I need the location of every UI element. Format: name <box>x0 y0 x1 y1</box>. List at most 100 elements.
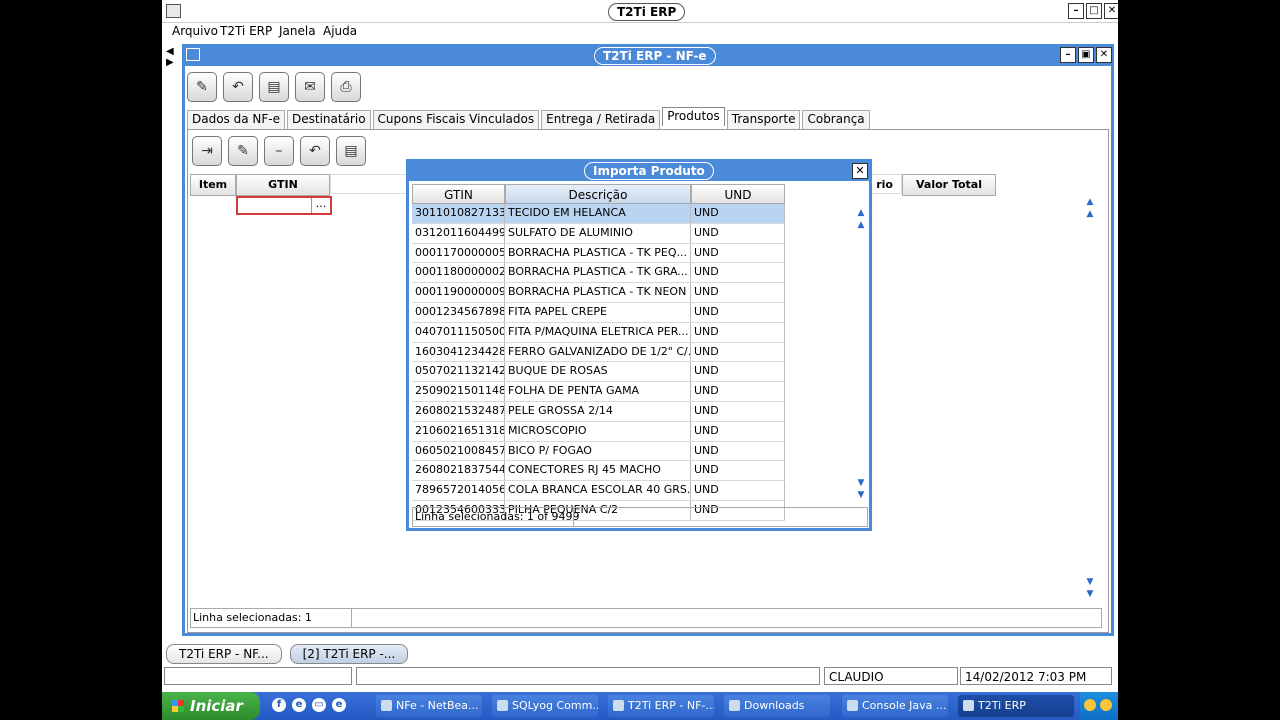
status-cell-1 <box>164 667 352 685</box>
table-row[interactable]: 0001170000005 BORRACHA PLASTICA - TK PEQ.… <box>412 243 785 264</box>
cell-gtin: 0605021008457 <box>412 441 505 461</box>
table-row[interactable]: 0001180000002 BORRACHA PLASTICA - TK GRA.… <box>412 263 785 284</box>
status-user: CLAUDIO <box>824 667 958 685</box>
tab-entrega-retirada[interactable]: Entrega / Retirada <box>541 110 661 129</box>
table-row[interactable]: 0507021132142 BUQUE DE ROSAS UND <box>412 362 785 383</box>
firefox-icon[interactable]: f <box>272 698 286 712</box>
products-table-header: GTIN Descrição UND <box>412 184 785 204</box>
cell-gtin: 2106021651318 <box>412 421 505 441</box>
table-row[interactable]: 2608021532487 PELE GROSSA 2/14 UND <box>412 401 785 422</box>
table-row[interactable]: 0001234567898 FITA PAPEL CREPE UND <box>412 302 785 323</box>
browser-icon[interactable]: e <box>292 698 306 712</box>
folder-icon[interactable]: ▭ <box>312 698 326 712</box>
grid-status-bar: Linha selecionadas: 1 <box>190 608 1102 628</box>
window-tab-1[interactable]: T2Ti ERP - NF... <box>166 644 282 664</box>
task-console-java[interactable]: Console Java ... <box>842 695 948 717</box>
email-icon[interactable]: ✉ <box>295 72 325 102</box>
gtin-edit-cell[interactable]: ... <box>236 196 332 215</box>
col-gtin[interactable]: GTIN <box>412 184 505 204</box>
cell-und: UND <box>691 283 785 302</box>
nfe-tabs: Dados da NF-e Destinatário Cupons Fiscai… <box>187 107 872 129</box>
dialog-scroll-up-icon[interactable]: ▲ ▲ <box>855 207 867 231</box>
products-table-body: 3011010827133 TECIDO EM HELANCA UND 0312011… <box>412 204 785 521</box>
main-window-title: T2Ti ERP <box>608 3 686 21</box>
ie-icon[interactable]: e <box>332 698 346 712</box>
tab-transporte[interactable]: Transporte <box>726 110 801 129</box>
cell-und: UND <box>691 421 785 441</box>
frame-icon[interactable] <box>186 48 200 61</box>
main-toolbar: ✎ ↶ ▤ ✉ ⎙ <box>187 72 361 102</box>
save-item-icon[interactable]: ▤ <box>336 136 366 166</box>
app-window-icon[interactable] <box>166 4 181 18</box>
import-icon[interactable]: ⇥ <box>192 136 222 166</box>
task-t2ti-erp[interactable]: T2Ti ERP <box>958 695 1074 717</box>
menu-ajuda[interactable]: Ajuda <box>323 24 357 38</box>
table-row[interactable]: 2509021501148 FOLHA DE PENTA GAMA UND <box>412 382 785 402</box>
col-descricao[interactable]: Descrição <box>505 184 691 204</box>
table-row[interactable]: 1603041234428 FERRO GALVANIZADO DE 1/2" C… <box>412 342 785 363</box>
col-valor-total[interactable]: Valor Total <box>902 174 996 196</box>
maximize-icon[interactable]: □ <box>1086 3 1102 19</box>
cell-und: UND <box>691 342 785 362</box>
save-icon[interactable]: ▤ <box>259 72 289 102</box>
dialog-title-bar: Importa Produto ✕ <box>406 159 872 181</box>
tab-produtos[interactable]: Produtos <box>662 107 725 126</box>
table-row[interactable]: 2106021651318 MICROSCOPIO UND <box>412 421 785 442</box>
tray-app-icon[interactable] <box>1100 699 1112 711</box>
task-downloads[interactable]: Downloads <box>724 695 830 717</box>
tray-arrow-icon[interactable] <box>1084 699 1096 711</box>
cell-und: UND <box>691 204 785 223</box>
task-sqlyog[interactable]: SQLyog Comm... <box>492 695 598 717</box>
cell-descricao: FITA PAPEL CREPE <box>505 302 691 322</box>
table-row[interactable]: 2608021837544 CONECTORES RJ 45 MACHO UND <box>412 461 785 482</box>
start-button[interactable]: Iniciar <box>162 692 260 720</box>
window-tab-2[interactable]: [2] T2Ti ERP -... <box>289 644 409 664</box>
col-und[interactable]: UND <box>691 184 785 204</box>
desktop-pane-arrows[interactable]: ◀ ▶ <box>166 46 174 68</box>
cell-descricao: CONECTORES RJ 45 MACHO <box>505 461 691 481</box>
close-icon[interactable]: ✕ <box>1104 3 1118 19</box>
undo-item-icon[interactable]: ↶ <box>300 136 330 166</box>
cell-gtin: 1603041234428 <box>412 342 505 362</box>
tab-destinatario[interactable]: Destinatário <box>287 110 371 129</box>
frame-maximize-icon[interactable]: ▣ <box>1078 47 1094 63</box>
dialog-close-icon[interactable]: ✕ <box>852 163 868 179</box>
menu-t2ti-erp[interactable]: T2Ti ERP <box>220 24 272 38</box>
table-row[interactable]: 0407011150500 FITA P/MAQUINA ELETRICA PER… <box>412 322 785 343</box>
print-icon[interactable]: ⎙ <box>331 72 361 102</box>
main-title-bar: T2Ti ERP – □ ✕ <box>162 0 1118 23</box>
task-t2ti-nfe[interactable]: T2Ti ERP - NF-... <box>608 695 714 717</box>
table-row[interactable]: 7896572014056 COLA BRANCA ESCOLAR 40 GRS.… <box>412 481 785 501</box>
dialog-scroll-down-icon[interactable]: ▼ ▼ <box>855 477 867 501</box>
table-row[interactable]: 3011010827133 TECIDO EM HELANCA UND <box>412 204 785 224</box>
edit-icon[interactable]: ✎ <box>187 72 217 102</box>
system-tray <box>1080 692 1118 720</box>
table-row[interactable]: 0605021008457 BICO P/ FOGAO UND <box>412 441 785 462</box>
edit-item-icon[interactable]: ✎ <box>228 136 258 166</box>
remove-item-icon[interactable]: – <box>264 136 294 166</box>
tab-dados-nfe[interactable]: Dados da NF-e <box>187 110 285 129</box>
grid-scroll-down-icon[interactable]: ▼ ▼ <box>1084 576 1096 600</box>
undo-icon[interactable]: ↶ <box>223 72 253 102</box>
desktop-screen: T2Ti ERP – □ ✕ Arquivo T2Ti ERP Janela A… <box>162 0 1118 720</box>
gtin-lookup-button[interactable]: ... <box>311 198 330 213</box>
cell-descricao: SULFATO DE ALUMINIO <box>505 223 691 243</box>
cell-und: UND <box>691 243 785 263</box>
products-table: GTIN Descrição UND 3011010827133 TECIDO E… <box>412 184 785 521</box>
dialog-title: Importa Produto <box>584 162 714 180</box>
table-row[interactable]: 0001190000009 BORRACHA PLASTICA - TK NEON… <box>412 283 785 303</box>
task-netbeans[interactable]: NFe - NetBea... <box>376 695 482 717</box>
tab-cobranca[interactable]: Cobrança <box>802 110 870 129</box>
menu-janela[interactable]: Janela <box>279 24 316 38</box>
cell-und: UND <box>691 322 785 342</box>
table-row[interactable]: 0312011604499 SULFATO DE ALUMINIO UND <box>412 223 785 244</box>
col-item[interactable]: Item <box>190 174 236 196</box>
tab-cupons-fiscais[interactable]: Cupons Fiscais Vinculados <box>372 110 540 129</box>
grid-scroll-up-icon[interactable]: ▲ ▲ <box>1084 196 1096 220</box>
frame-close-icon[interactable]: ✕ <box>1096 47 1112 63</box>
minimize-icon[interactable]: – <box>1068 3 1084 19</box>
menu-arquivo[interactable]: Arquivo <box>172 24 218 38</box>
frame-minimize-icon[interactable]: – <box>1060 47 1076 63</box>
importa-produto-dialog: Importa Produto ✕ GTIN Descrição UND 301… <box>406 159 872 531</box>
col-gtin[interactable]: GTIN <box>236 174 330 196</box>
